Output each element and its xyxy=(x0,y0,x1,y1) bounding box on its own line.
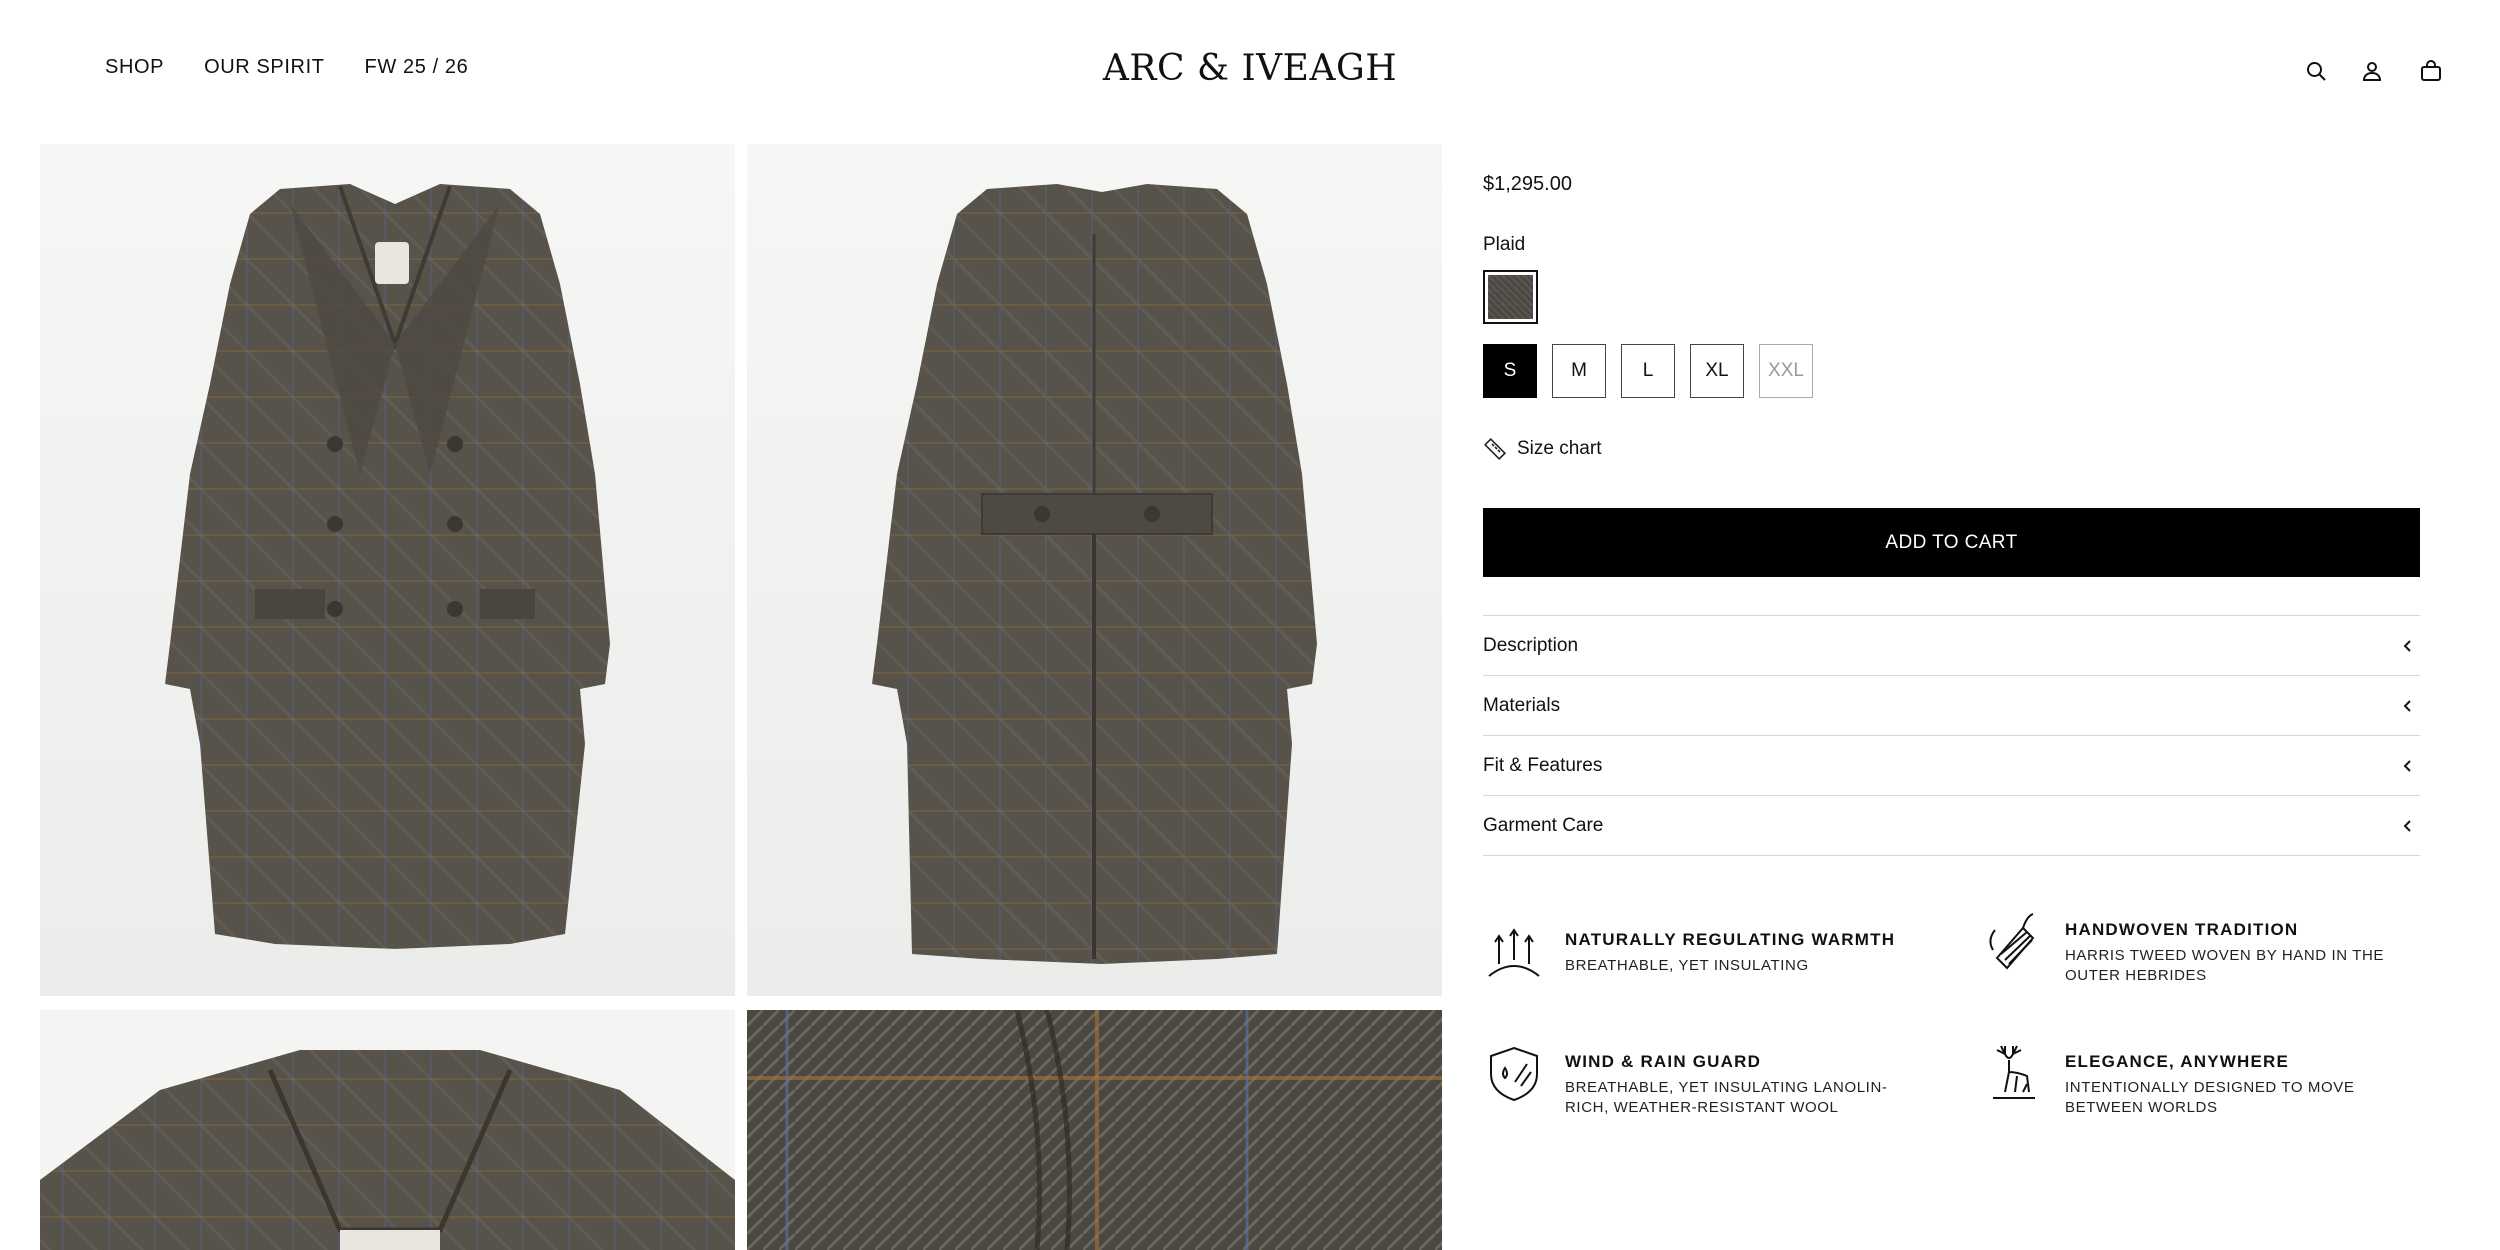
add-to-cart-button[interactable]: ADD TO CART xyxy=(1483,508,2420,577)
chevron-left-icon xyxy=(2403,639,2411,652)
chevron-left-icon xyxy=(2403,699,2411,712)
size-option-m[interactable]: M xyxy=(1552,344,1606,398)
product-features: NATURALLY REGULATING WARMTH BREATHABLE, … xyxy=(1483,913,2423,1120)
feature-title: HANDWOVEN TRADITION xyxy=(2065,920,2299,939)
accordion-label: Garment Care xyxy=(1483,814,1604,836)
size-option-s[interactable]: S xyxy=(1483,344,1537,398)
size-option-xl[interactable]: XL xyxy=(1690,344,1744,398)
accordion-label: Fit & Features xyxy=(1483,754,1603,776)
ruler-icon xyxy=(1483,437,1507,461)
product-accordion: Description Materials Fit & Features Gar… xyxy=(1483,615,2420,856)
feature-subtitle: BREATHABLE, YET INSULATING LANOLIN-RICH,… xyxy=(1565,1079,1888,1116)
accordion-label: Description xyxy=(1483,634,1579,656)
chevron-left-icon xyxy=(2403,759,2411,772)
coat-front-illustration xyxy=(165,184,610,949)
swatch-fill xyxy=(1488,275,1533,319)
accordion-garment-care[interactable]: Garment Care xyxy=(1483,796,2420,856)
product-image-fabric[interactable] xyxy=(747,1010,1442,1250)
header-icons xyxy=(0,56,2500,86)
size-option-xxl[interactable]: XXL xyxy=(1759,344,1813,398)
fabric-detail-illustration xyxy=(747,1010,1442,1250)
warmth-icon xyxy=(1483,920,1545,982)
feature-subtitle: BREATHABLE, YET INSULATING xyxy=(1565,957,1809,974)
account-icon[interactable] xyxy=(2357,56,2387,86)
feature-title: ELEGANCE, ANYWHERE xyxy=(2065,1052,2290,1071)
spool-icon xyxy=(1983,910,2045,972)
accordion-description[interactable]: Description xyxy=(1483,616,2420,676)
search-icon[interactable] xyxy=(2301,56,2331,86)
stag-icon xyxy=(1983,1042,2045,1104)
shield-rain-icon xyxy=(1483,1042,1545,1104)
product-price: $1,295.00 xyxy=(1483,173,1572,195)
accordion-fit-features[interactable]: Fit & Features xyxy=(1483,736,2420,796)
product-image-front[interactable] xyxy=(40,144,735,996)
collar-detail-illustration xyxy=(40,1050,735,1250)
size-option-l[interactable]: L xyxy=(1621,344,1675,398)
size-chart-label: Size chart xyxy=(1517,438,1602,459)
product-image-back[interactable] xyxy=(747,144,1442,996)
feature-wind-rain: WIND & RAIN GUARD BREATHABLE, YET INSULA… xyxy=(1483,1042,1923,1118)
color-label: Plaid xyxy=(1483,234,1526,255)
feature-title: NATURALLY REGULATING WARMTH xyxy=(1565,930,1896,949)
feature-text: WIND & RAIN GUARD BREATHABLE, YET INSULA… xyxy=(1565,1042,1923,1118)
feature-elegance: ELEGANCE, ANYWHERE INTENTIONALLY DESIGNE… xyxy=(1983,1042,2423,1118)
color-swatch-plaid[interactable] xyxy=(1483,270,1538,324)
product-gallery xyxy=(40,144,1442,1250)
feature-text: NATURALLY REGULATING WARMTH BREATHABLE, … xyxy=(1565,920,1895,976)
feature-text: ELEGANCE, ANYWHERE INTENTIONALLY DESIGNE… xyxy=(2065,1042,2423,1118)
size-selector: S M L XL XXL xyxy=(1483,344,1813,398)
feature-subtitle: INTENTIONALLY DESIGNED TO MOVE BETWEEN W… xyxy=(2065,1079,2355,1116)
feature-title: WIND & RAIN GUARD xyxy=(1565,1052,1762,1071)
chevron-left-icon xyxy=(2403,819,2411,832)
accordion-label: Materials xyxy=(1483,694,1561,716)
product-image-collar[interactable] xyxy=(40,1010,735,1250)
site-header: SHOP OUR SPIRIT FW 25 / 26 ARC & IVEAGH xyxy=(0,0,2500,140)
accordion-materials[interactable]: Materials xyxy=(1483,676,2420,736)
feature-subtitle: HARRIS TWEED WOVEN BY HAND IN THE OUTER … xyxy=(2065,947,2385,984)
feature-warmth: NATURALLY REGULATING WARMTH BREATHABLE, … xyxy=(1483,920,1923,982)
coat-back-illustration xyxy=(872,184,1317,964)
feature-handwoven: HANDWOVEN TRADITION HARRIS TWEED WOVEN B… xyxy=(1983,910,2423,986)
cart-icon[interactable] xyxy=(2416,56,2446,86)
size-chart-link[interactable]: Size chart xyxy=(1483,437,1601,461)
feature-text: HANDWOVEN TRADITION HARRIS TWEED WOVEN B… xyxy=(2065,910,2423,986)
